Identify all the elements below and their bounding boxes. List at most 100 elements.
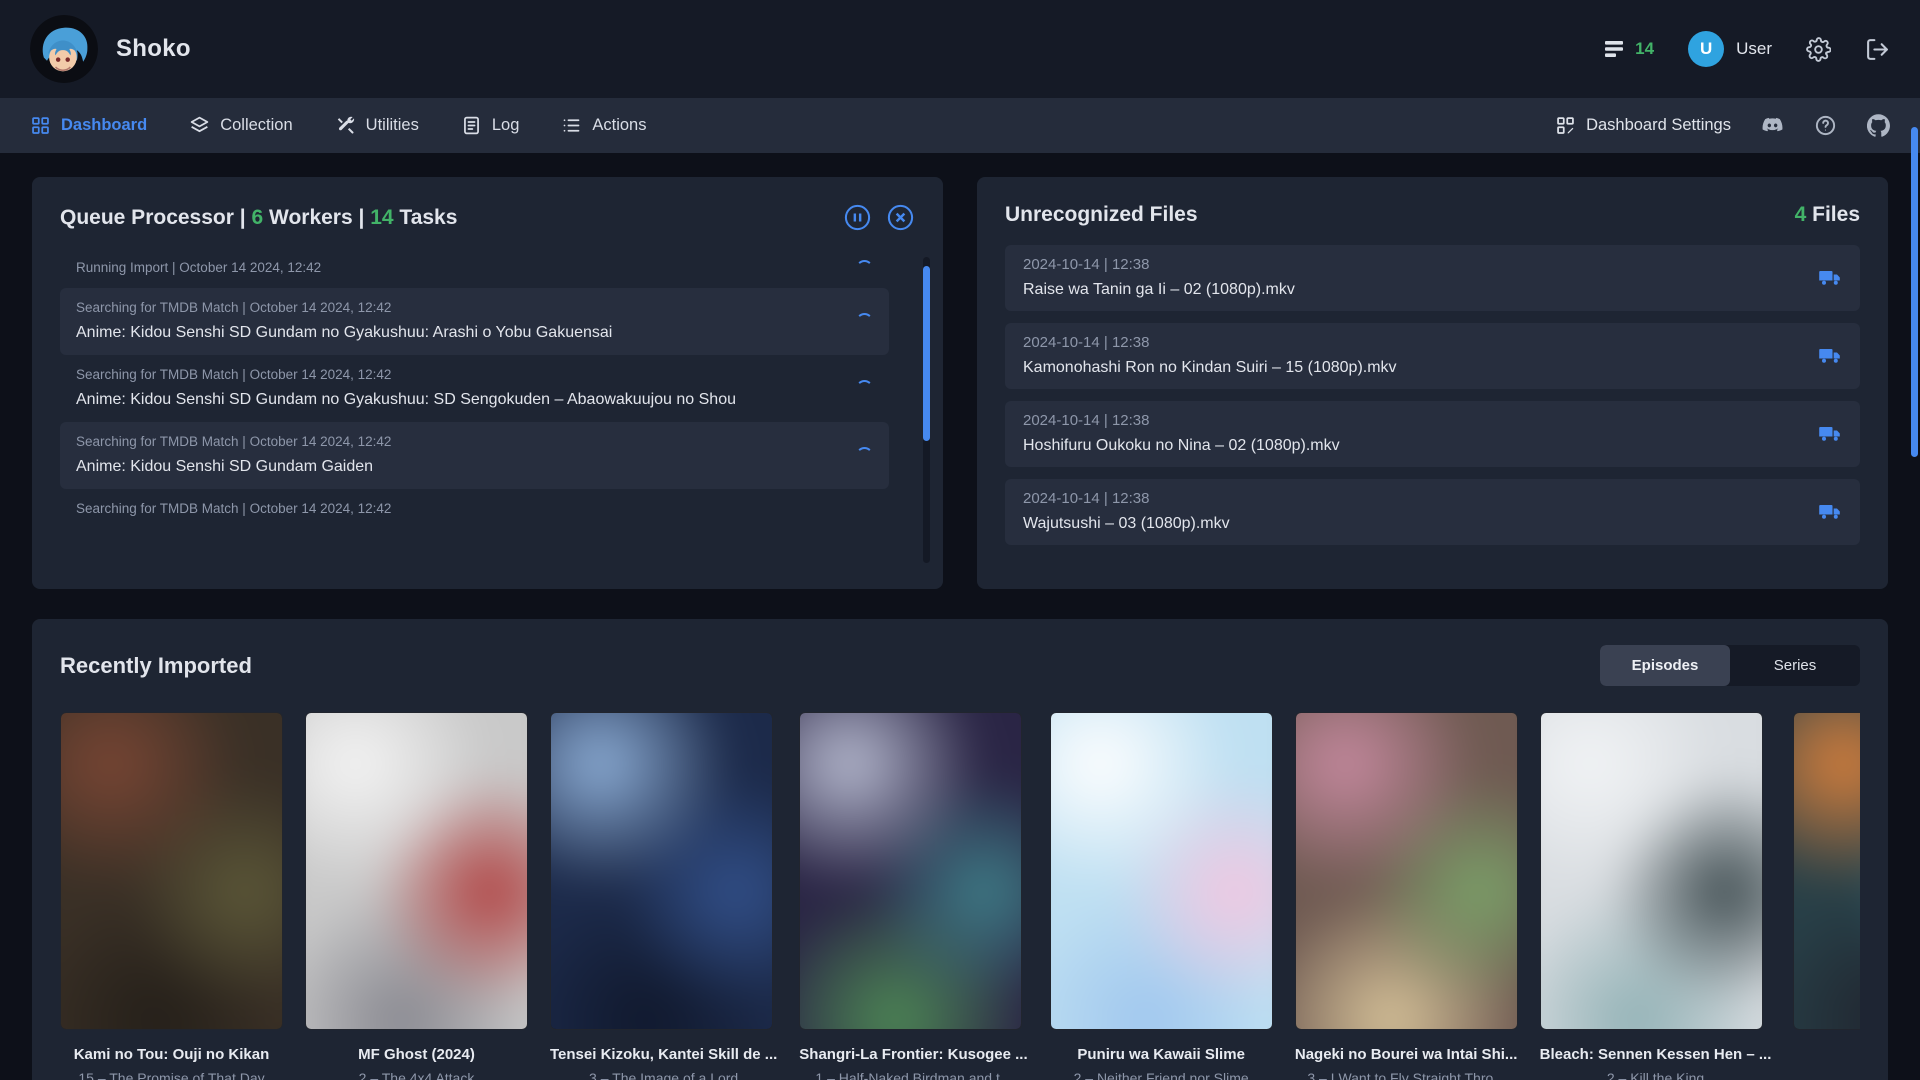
app-title: Shoko bbox=[116, 35, 191, 63]
file-timestamp: 2024-10-14 | 12:38 bbox=[1023, 254, 1295, 276]
main-content: Queue Processor | 6 Workers | 14 Tasks bbox=[0, 153, 1920, 1080]
queue-scrollbar-thumb[interactable] bbox=[923, 266, 930, 440]
episode-card[interactable]: Tensei Kizoku, Kantei Skill de ... 3 – T… bbox=[550, 712, 777, 1080]
github-icon[interactable] bbox=[1867, 114, 1890, 137]
queue-item-status: Running Import | October 14 2024, 12:42 bbox=[76, 258, 321, 278]
nav-item-dashboard[interactable]: Dashboard bbox=[30, 115, 147, 136]
file-name: Wajutsushi – 03 (1080p).mkv bbox=[1023, 512, 1230, 536]
unrecognized-files-panel: Unrecognized Files 4 Files 2024-10-14 | … bbox=[977, 177, 1888, 589]
episode-card[interactable]: Nageki no Bourei wa Intai Shi... 3 – I W… bbox=[1295, 712, 1518, 1080]
unrecognized-panel-title: Unrecognized Files bbox=[1005, 203, 1198, 227]
queue-scrollbar bbox=[923, 257, 930, 563]
truck-icon bbox=[1818, 500, 1842, 524]
episode-card-subtitle: 1 – Half-Naked Birdman and t... bbox=[799, 1070, 1027, 1080]
header-queue-count: 14 bbox=[1635, 39, 1654, 59]
queue-item-status: Searching for TMDB Match | October 14 20… bbox=[76, 365, 736, 385]
rescan-file-button[interactable] bbox=[1818, 266, 1842, 290]
gear-icon[interactable] bbox=[1806, 37, 1831, 62]
queue-item-detail: Anime: Kidou Senshi SD Gundam no Gyakush… bbox=[76, 388, 736, 412]
nav-item-log[interactable]: Log bbox=[461, 115, 520, 136]
episode-card[interactable]: MF Ghost (2024) 2 – The 4x4 Attack bbox=[305, 712, 528, 1080]
episode-poster bbox=[799, 712, 1022, 1030]
episode-card-subtitle: 3 – The Image of a Lord bbox=[550, 1070, 777, 1080]
file-timestamp: 2024-10-14 | 12:38 bbox=[1023, 410, 1340, 432]
episode-card-title: Shangri-La Frontier: Kusogee ... bbox=[799, 1046, 1027, 1063]
spinner-icon bbox=[856, 313, 873, 330]
discord-icon[interactable] bbox=[1761, 114, 1784, 137]
file-name: Hoshifuru Oukoku no Nina – 02 (1080p).mk… bbox=[1023, 434, 1340, 458]
rescan-file-button[interactable] bbox=[1818, 344, 1842, 368]
page-scrollbar-thumb[interactable] bbox=[1911, 127, 1918, 457]
grid-edit-icon bbox=[1555, 115, 1576, 136]
episode-poster bbox=[1793, 712, 1860, 1030]
nav-label: Actions bbox=[592, 116, 646, 135]
episodes-series-toggle: Episodes Series bbox=[1600, 645, 1860, 686]
queue-item-status: Searching for TMDB Match | October 14 20… bbox=[76, 499, 391, 519]
spinner-icon bbox=[856, 260, 873, 277]
recently-imported-cards: Kami no Tou: Ouji no Kikan 15 – The Prom… bbox=[60, 712, 1860, 1080]
file-name: Kamonohashi Ron no Kindan Suiri – 15 (10… bbox=[1023, 356, 1397, 380]
episode-card[interactable]: Fairy Tail 14 – Clingi... bbox=[1793, 712, 1860, 1080]
recently-imported-title: Recently Imported bbox=[60, 653, 252, 679]
episode-card[interactable]: Bleach: Sennen Kessen Hen – ... 2 – Kill… bbox=[1540, 712, 1772, 1080]
episode-card-subtitle: 14 – Clingi... bbox=[1793, 1070, 1860, 1080]
nav-item-collection[interactable]: Collection bbox=[189, 115, 292, 136]
truck-icon bbox=[1818, 344, 1842, 368]
queue-processor-panel: Queue Processor | 6 Workers | 14 Tasks bbox=[32, 177, 943, 589]
user-menu[interactable]: U User bbox=[1688, 31, 1772, 67]
episode-card[interactable]: Shangri-La Frontier: Kusogee ... 1 – Hal… bbox=[799, 712, 1027, 1080]
list-icon bbox=[561, 115, 582, 136]
unrecognized-file-list: 2024-10-14 | 12:38 Raise wa Tanin ga Ii … bbox=[1005, 245, 1860, 545]
user-name: User bbox=[1736, 39, 1772, 59]
shoko-logo[interactable] bbox=[30, 15, 98, 83]
truck-icon bbox=[1818, 422, 1842, 446]
truck-icon bbox=[1818, 266, 1842, 290]
cancel-circle-icon bbox=[886, 203, 915, 232]
header-queue-status[interactable]: 14 bbox=[1602, 37, 1654, 61]
episode-card[interactable]: Kami no Tou: Ouji no Kikan 15 – The Prom… bbox=[60, 712, 283, 1080]
queue-item-detail: Anime: Kidou Senshi SD Gundam Gaiden bbox=[76, 455, 391, 479]
app-header: Shoko 14 U User bbox=[0, 0, 1920, 98]
tab-series[interactable]: Series bbox=[1730, 645, 1860, 686]
document-icon bbox=[461, 115, 482, 136]
tab-episodes[interactable]: Episodes bbox=[1600, 645, 1730, 686]
episode-poster bbox=[305, 712, 528, 1030]
queue-item-status: Searching for TMDB Match | October 14 20… bbox=[76, 298, 612, 318]
logout-icon[interactable] bbox=[1865, 37, 1890, 62]
queue-panel-title: Queue Processor | 6 Workers | 14 Tasks bbox=[60, 206, 457, 230]
file-timestamp: 2024-10-14 | 12:38 bbox=[1023, 488, 1230, 510]
episode-card-title: Bleach: Sennen Kessen Hen – ... bbox=[1540, 1046, 1772, 1063]
episode-card-title: Tensei Kizoku, Kantei Skill de ... bbox=[550, 1046, 777, 1063]
tools-icon bbox=[335, 115, 356, 136]
rescan-file-button[interactable] bbox=[1818, 422, 1842, 446]
rescan-file-button[interactable] bbox=[1818, 500, 1842, 524]
pause-queue-button[interactable] bbox=[843, 203, 872, 232]
nav-item-actions[interactable]: Actions bbox=[561, 115, 646, 136]
nav-label: Log bbox=[492, 116, 520, 135]
unrecognized-files-count: 4 Files bbox=[1795, 203, 1860, 227]
grid-icon bbox=[30, 115, 51, 136]
recently-imported-panel: Recently Imported Episodes Series Kami n… bbox=[32, 619, 1888, 1080]
workers-count: 6 bbox=[251, 206, 263, 229]
dashboard-settings-button[interactable]: Dashboard Settings bbox=[1555, 115, 1731, 136]
file-name: Raise wa Tanin ga Ii – 02 (1080p).mkv bbox=[1023, 278, 1295, 302]
file-row: 2024-10-14 | 12:38 Wajutsushi – 03 (1080… bbox=[1005, 479, 1860, 545]
help-icon[interactable] bbox=[1814, 114, 1837, 137]
layers-icon bbox=[189, 115, 210, 136]
stop-queue-button[interactable] bbox=[886, 203, 915, 232]
tasks-count: 14 bbox=[370, 206, 393, 229]
file-timestamp: 2024-10-14 | 12:38 bbox=[1023, 332, 1397, 354]
episode-card-title: Fairy Tail bbox=[1793, 1046, 1860, 1063]
nav-item-utilities[interactable]: Utilities bbox=[335, 115, 419, 136]
dashboard-settings-label: Dashboard Settings bbox=[1586, 116, 1731, 135]
episode-card-title: Puniru wa Kawaii Slime bbox=[1050, 1046, 1273, 1063]
episode-card-subtitle: 2 – Neither Friend nor Slime bbox=[1050, 1070, 1273, 1080]
nav-label: Utilities bbox=[366, 116, 419, 135]
episode-card-subtitle: 2 – The 4x4 Attack bbox=[305, 1070, 528, 1080]
episode-poster bbox=[60, 712, 283, 1030]
file-row: 2024-10-14 | 12:38 Kamonohashi Ron no Ki… bbox=[1005, 323, 1860, 389]
episode-card-subtitle: 3 – I Want to Fly Straight Thro... bbox=[1295, 1070, 1518, 1080]
episode-card[interactable]: Puniru wa Kawaii Slime 2 – Neither Frien… bbox=[1050, 712, 1273, 1080]
queue-item: Searching for TMDB Match | October 14 20… bbox=[60, 489, 889, 529]
episode-card-title: Nageki no Bourei wa Intai Shi... bbox=[1295, 1046, 1518, 1063]
